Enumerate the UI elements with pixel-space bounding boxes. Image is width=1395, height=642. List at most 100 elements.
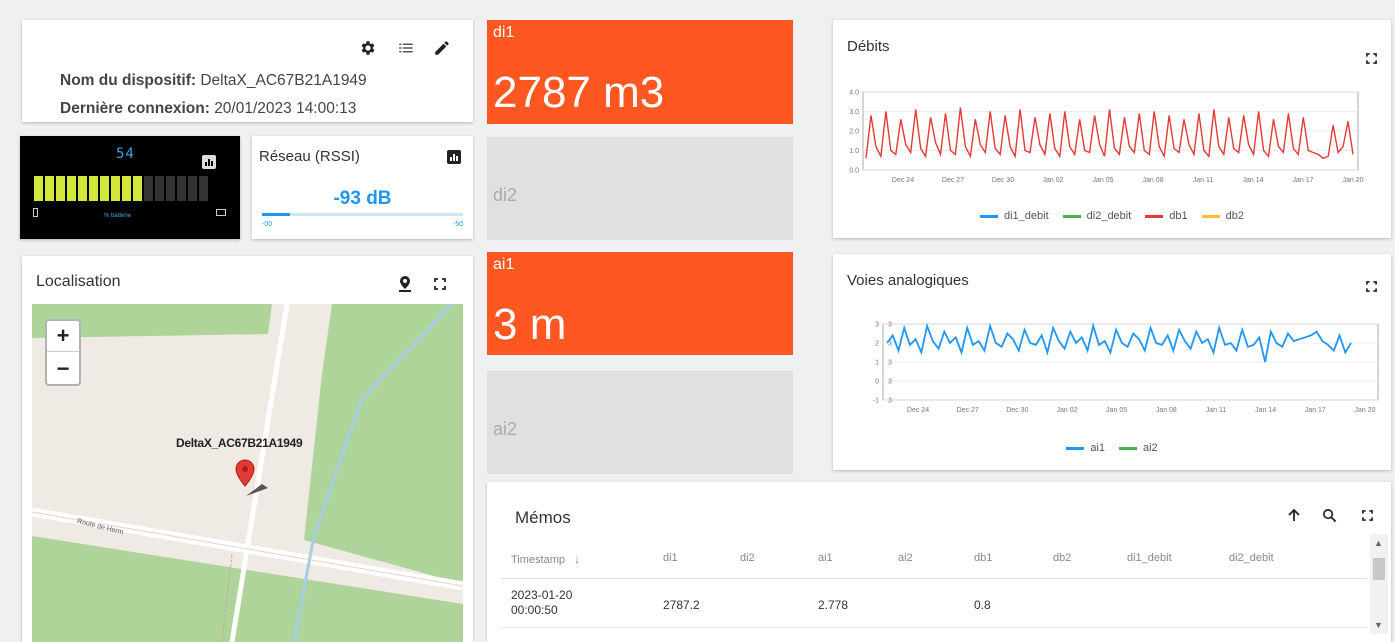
tile-di1-name: di1: [493, 24, 515, 41]
battery-segment: [199, 176, 208, 201]
tile-ai1[interactable]: ai1 3 m: [487, 252, 793, 355]
zoom-out-button[interactable]: −: [47, 353, 79, 384]
legend-item[interactable]: ai1: [1066, 442, 1105, 454]
tile-di2-name: di2: [493, 185, 518, 205]
column-header-ai2[interactable]: ai2: [898, 552, 913, 564]
debits-legend: di1_debit di2_debit db1 db2: [833, 210, 1391, 222]
battery-segment: [78, 176, 87, 201]
x-tick-label: Jan 05: [1106, 407, 1127, 414]
legend-item[interactable]: di1_debit: [979, 210, 1049, 222]
column-header-di2[interactable]: di2: [740, 552, 755, 564]
last-connection-line: Dernière connexion: 20/01/2023 14:00:13: [60, 100, 356, 118]
map-view[interactable]: + − DeltaX_AC67B21A1949 Route de Herm: [32, 304, 463, 642]
column-header-di2-debit[interactable]: di2_debit: [1229, 552, 1274, 564]
last-connection-label: Dernière connexion:: [60, 100, 210, 117]
table-scrollbar[interactable]: ▲ ▼: [1370, 534, 1388, 634]
legend-label: ai1: [1090, 442, 1105, 454]
legend-swatch: [1062, 214, 1081, 218]
search-icon[interactable]: [1320, 506, 1338, 524]
y-tick-label: 0: [875, 379, 879, 386]
battery-segment: [56, 176, 65, 201]
fullscreen-icon[interactable]: [1359, 507, 1375, 523]
edit-pencil-icon[interactable]: [432, 38, 452, 58]
sort-down-arrow-icon[interactable]: ↓: [574, 552, 580, 566]
x-tick-label: Dec 24: [907, 407, 929, 414]
x-tick-label: Jan 20: [1354, 407, 1375, 414]
device-name-label: Nom du dispositif:: [60, 72, 197, 89]
fullscreen-icon[interactable]: [432, 276, 448, 292]
bar-chart-icon[interactable]: [202, 155, 216, 169]
x-tick-label: Jan 02: [1056, 407, 1077, 414]
y-tick-label: 1.0: [849, 148, 859, 155]
x-tick-label: Dec 30: [992, 177, 1014, 184]
rssi-gauge-fill: [262, 213, 291, 216]
debits-chart[interactable]: 0.0 1.0 2.0 3.0 4.0 Dec 24 Dec 27 Dec 30 Jan 02 J…: [833, 82, 1391, 212]
location-title: Localisation: [36, 273, 121, 290]
legend-label: di2_debit: [1086, 210, 1132, 222]
y-tick-label: 2: [875, 341, 879, 348]
series-line-ai1: [886, 322, 1352, 363]
table-divider: [501, 627, 1367, 628]
memos-card: Mémos Timestamp ↓ di1 di2 ai1 ai2 db1 db…: [487, 482, 1391, 642]
battery-segment: [177, 176, 186, 201]
device-name-line: Nom du dispositif: DeltaX_AC67B21A1949: [60, 72, 367, 90]
legend-item[interactable]: ai2: [1119, 442, 1158, 454]
bar-chart-icon[interactable]: [447, 150, 461, 164]
device-name-value: DeltaX_AC67B21A1949: [200, 72, 367, 89]
column-header-timestamp[interactable]: Timestamp ↓: [511, 552, 580, 566]
scroll-down-arrow-icon[interactable]: ▼: [1374, 620, 1383, 630]
settings-gear-icon[interactable]: [358, 38, 378, 58]
analog-chart[interactable]: -1 30 31 32 33 3Dec 24 Dec 27 Dec 30 Jan 02 Jan 0…: [833, 316, 1391, 446]
rssi-value: -93 dB: [333, 188, 392, 209]
legend-swatch: [1119, 446, 1137, 450]
legend-item[interactable]: db2: [1201, 210, 1244, 222]
battery-segment: [111, 176, 120, 201]
battery-segment: [122, 176, 131, 201]
tile-ai2[interactable]: ai2: [487, 371, 793, 474]
x-tick-label: Jan 05: [1092, 177, 1113, 184]
legend-swatch: [1145, 214, 1164, 218]
map-marker-icon[interactable]: [234, 458, 274, 498]
y-tick-label: 1: [875, 360, 879, 367]
legend-item[interactable]: db1: [1145, 210, 1188, 222]
legend-label: db1: [1169, 210, 1188, 222]
fullscreen-icon[interactable]: [1363, 50, 1379, 66]
y-tick-label: 4.0: [849, 90, 859, 97]
tile-ai2-name: ai2: [493, 419, 518, 439]
memos-title: Mémos: [515, 508, 571, 527]
analog-chart-card: Voies analogiques -1 3 0 3 1 3 2 3 3 3 Dec 24 Dec 2…: [833, 254, 1391, 470]
y-tick-label: 3.0: [849, 109, 859, 116]
legend-item[interactable]: di2_debit: [1062, 210, 1132, 222]
tile-di2[interactable]: di2: [487, 137, 793, 240]
scrollbar-thumb[interactable]: [1373, 558, 1385, 580]
battery-full-icon: [216, 209, 226, 216]
battery-segment: [166, 176, 175, 201]
column-header-di1-debit[interactable]: di1_debit: [1127, 552, 1172, 564]
scroll-up-arrow-icon[interactable]: ▲: [1374, 538, 1383, 548]
x-tick-label: Jan 11: [1206, 407, 1227, 414]
rssi-min-label: -00: [262, 221, 273, 228]
x-tick-label: Dec 24: [892, 177, 914, 184]
column-header-di1[interactable]: di1: [663, 552, 678, 564]
debits-chart-title: Débits: [847, 38, 890, 55]
y-tick-label: 2.0: [849, 129, 859, 136]
zoom-in-button[interactable]: +: [47, 321, 79, 352]
battery-card: 54 % batterie: [20, 136, 240, 239]
tile-di1[interactable]: di1 2787 m3: [487, 20, 793, 124]
debits-chart-card: Débits 0.0 1.0 2.0 3.0 4.0 Dec 24 Dec 27 Dec 30…: [833, 20, 1391, 238]
list-icon[interactable]: [396, 38, 416, 58]
map-pin-icon[interactable]: [396, 275, 414, 293]
column-header-ai1[interactable]: ai1: [818, 552, 833, 564]
x-tick-label: Dec 27: [957, 407, 979, 414]
fullscreen-icon[interactable]: [1363, 278, 1379, 294]
last-connection-value: 20/01/2023 14:00:13: [214, 100, 357, 117]
tile-di1-value: 2787 m3: [493, 68, 665, 117]
column-header-db2[interactable]: db2: [1053, 552, 1071, 564]
arrow-up-icon[interactable]: [1285, 506, 1303, 524]
x-tick-label: Jan 08: [1156, 407, 1177, 414]
battery-empty-icon: [33, 208, 38, 217]
column-header-db1[interactable]: db1: [974, 552, 992, 564]
x-tick-label: Jan 17: [1292, 177, 1313, 184]
x-tick-label: Jan 11: [1193, 177, 1214, 184]
x-tick-label: Dec 27: [942, 177, 964, 184]
